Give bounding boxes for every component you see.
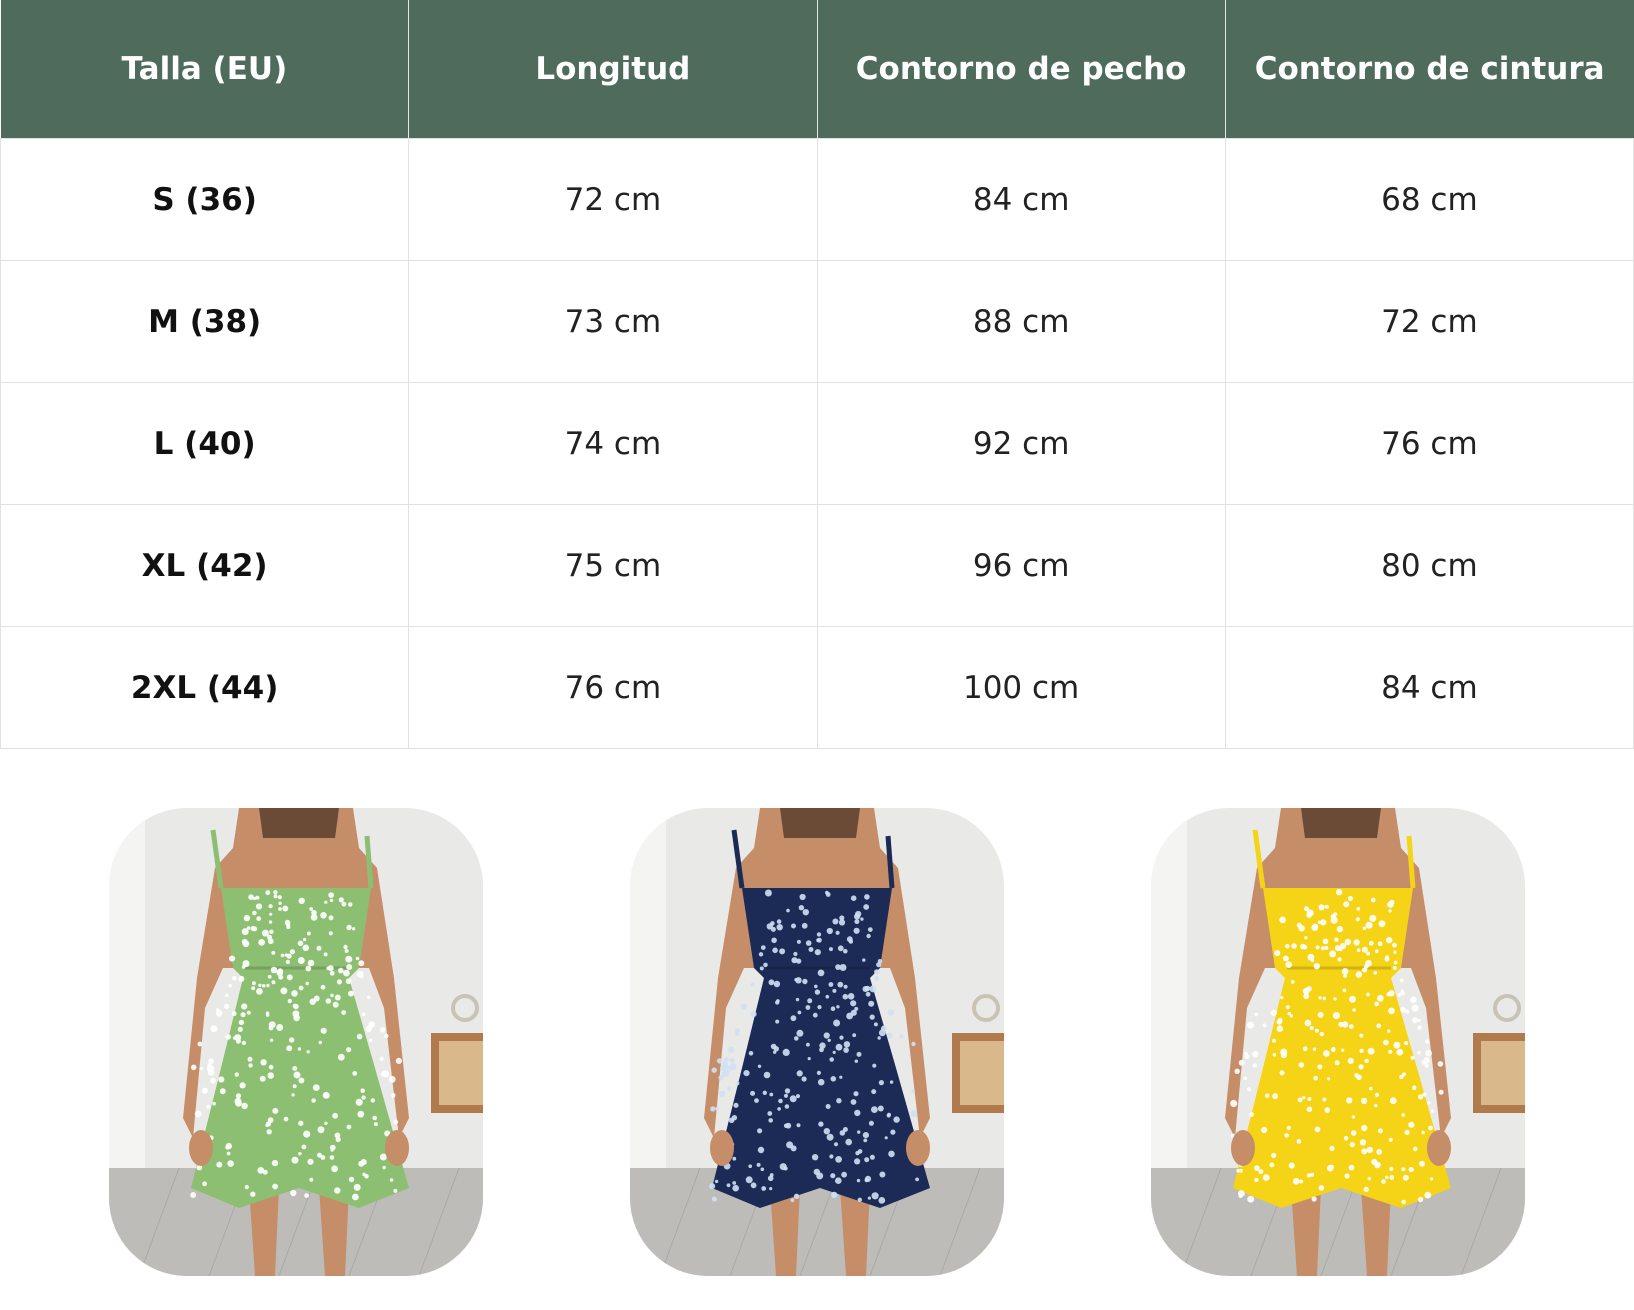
size-cell: L (40) — [0, 382, 410, 505]
size-cell: 2XL (44) — [0, 626, 410, 749]
header-length: Longitud — [408, 0, 818, 139]
dress-photo-navy — [630, 808, 1004, 1276]
table-row: L (40) 74 cm 92 cm 76 cm — [0, 382, 1634, 505]
table-header-row: Talla (EU) Longitud Contorno de pecho Co… — [0, 0, 1634, 139]
dress-photo-green — [109, 808, 483, 1276]
product-photo-gallery — [0, 808, 1634, 1278]
header-waist: Contorno de cintura — [1225, 0, 1634, 139]
waist-cell: 68 cm — [1224, 138, 1634, 261]
bust-cell: 92 cm — [816, 382, 1226, 505]
waist-cell: 80 cm — [1224, 504, 1634, 627]
table-row: S (36) 72 cm 84 cm 68 cm — [0, 138, 1634, 261]
length-cell: 74 cm — [408, 382, 818, 505]
waist-cell: 76 cm — [1224, 382, 1634, 505]
size-chart-table: Talla (EU) Longitud Contorno de pecho Co… — [0, 0, 1634, 749]
size-cell: M (38) — [0, 260, 410, 383]
length-cell: 72 cm — [408, 138, 818, 261]
length-cell: 75 cm — [408, 504, 818, 627]
bust-cell: 96 cm — [816, 504, 1226, 627]
header-size: Talla (EU) — [0, 0, 410, 139]
size-cell: XL (42) — [0, 504, 410, 627]
waist-cell: 72 cm — [1224, 260, 1634, 383]
dress-photo-yellow — [1151, 808, 1525, 1276]
bust-cell: 84 cm — [816, 138, 1226, 261]
bust-cell: 88 cm — [816, 260, 1226, 383]
waist-cell: 84 cm — [1224, 626, 1634, 749]
length-cell: 76 cm — [408, 626, 818, 749]
table-row: 2XL (44) 76 cm 100 cm 84 cm — [0, 626, 1634, 749]
table-row: M (38) 73 cm 88 cm 72 cm — [0, 260, 1634, 383]
bust-cell: 100 cm — [816, 626, 1226, 749]
size-cell: S (36) — [0, 138, 410, 261]
table-row: XL (42) 75 cm 96 cm 80 cm — [0, 504, 1634, 627]
header-bust: Contorno de pecho — [817, 0, 1226, 139]
length-cell: 73 cm — [408, 260, 818, 383]
